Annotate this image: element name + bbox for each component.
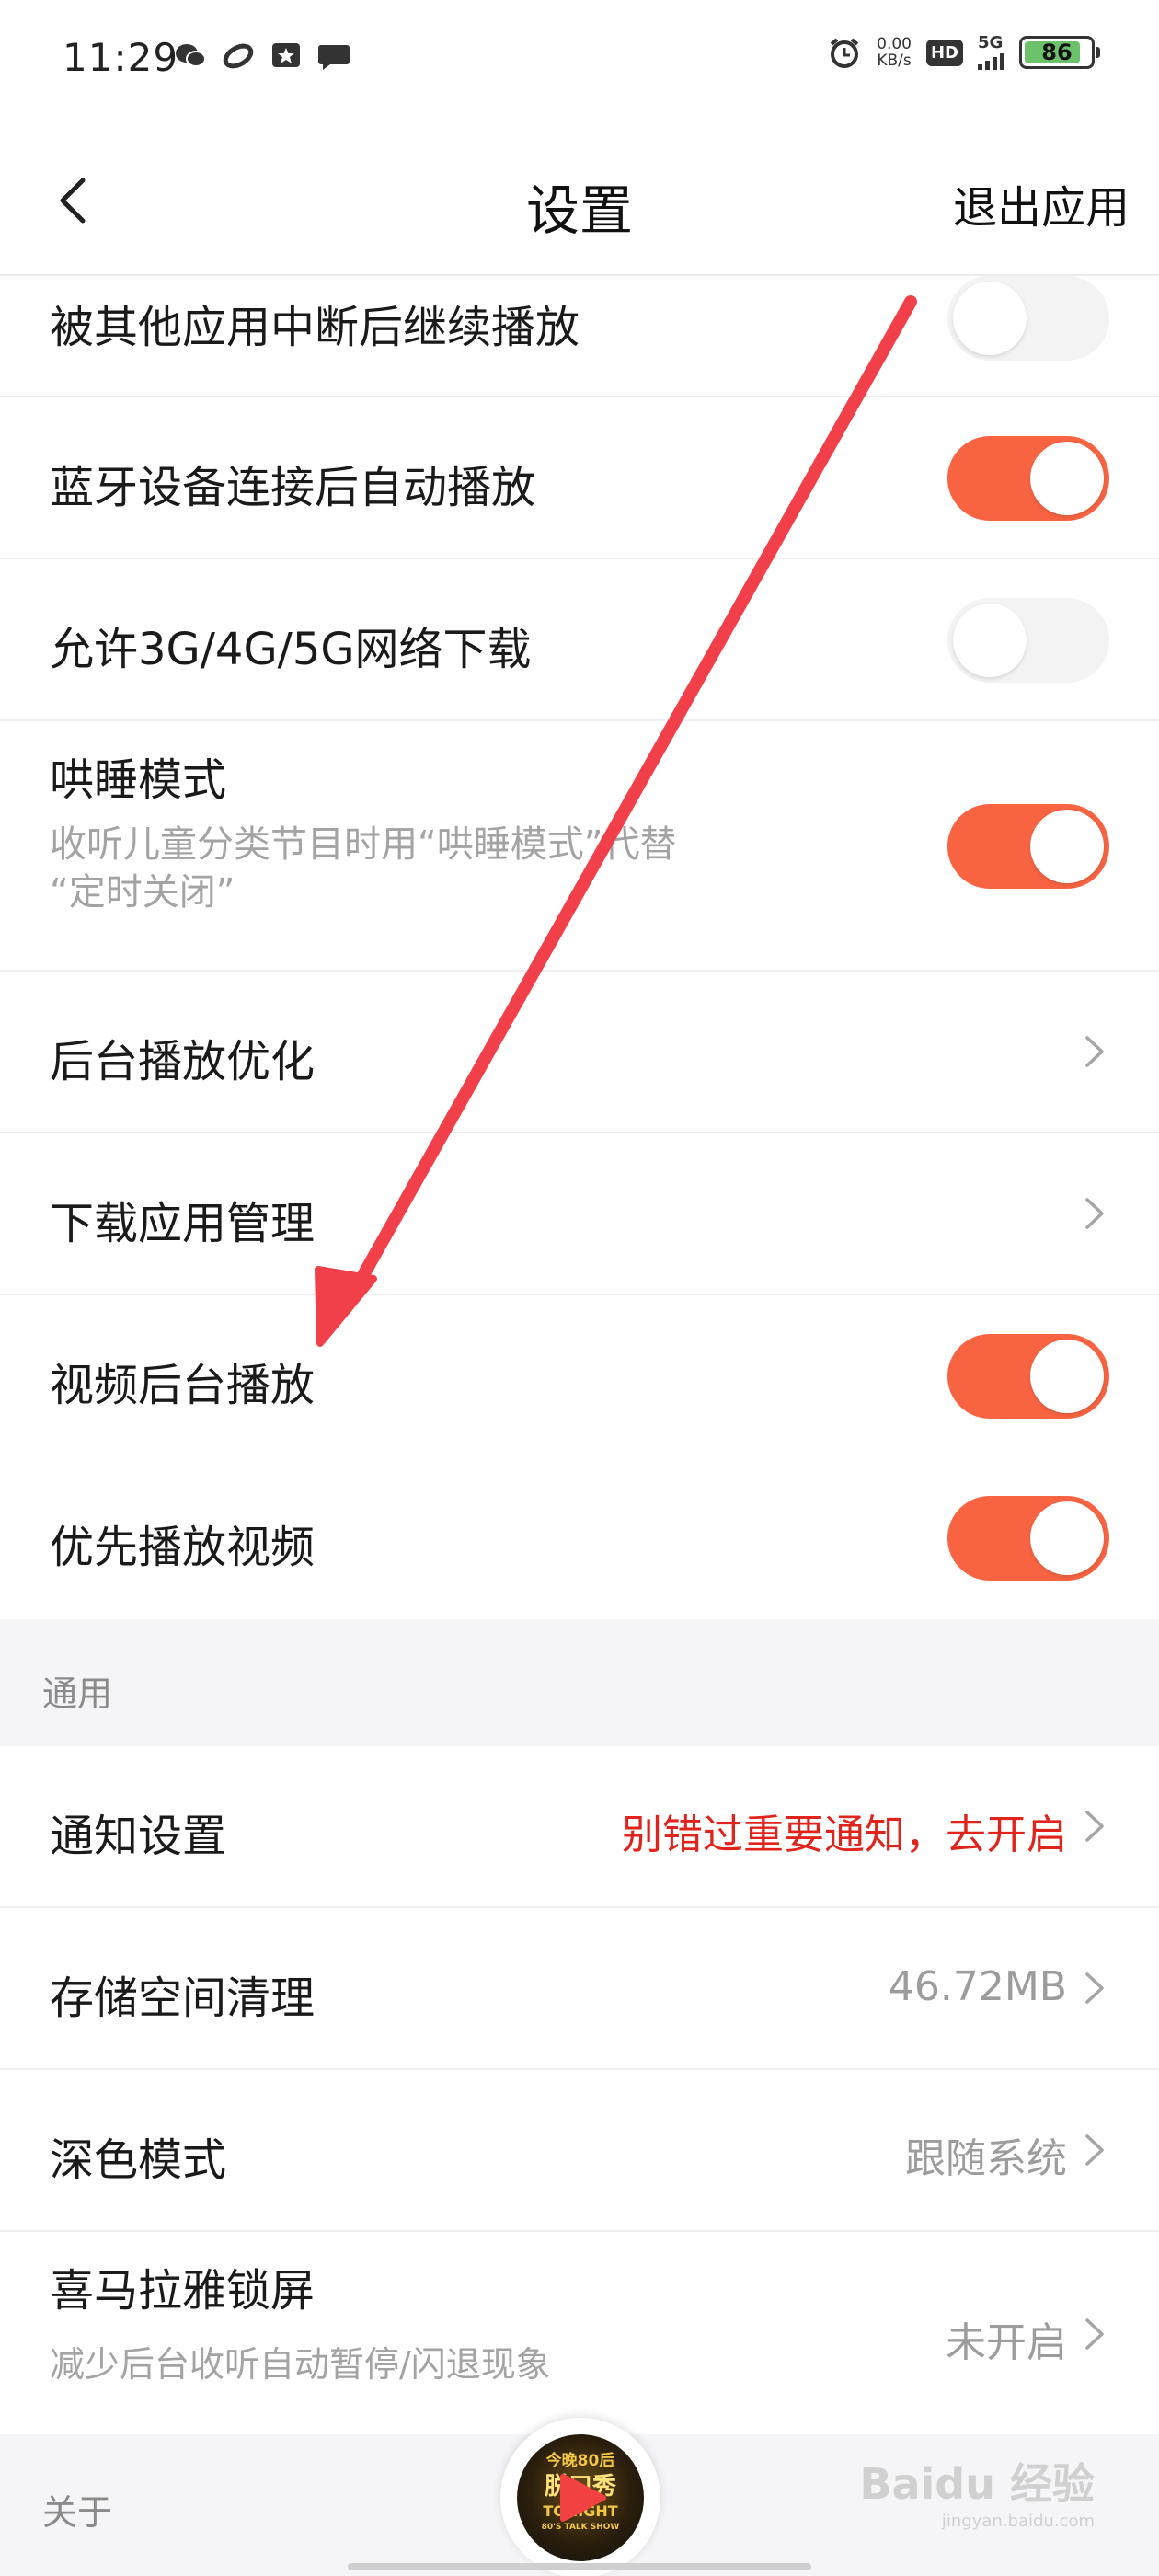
setting-label: 深色模式 (50, 2134, 227, 2186)
setting-description: 减少后台收听自动暂停/闪退现象 (50, 2344, 551, 2385)
link-app-icon (221, 40, 256, 72)
setting-value: 46.72MB (888, 1963, 1067, 2010)
setting-row-background-optimization[interactable]: 后台播放优化 (0, 972, 1159, 1133)
chevron-right-icon (1085, 1811, 1104, 1842)
setting-value: 别错过重要通知，去开启 (622, 1811, 1067, 1858)
star-badge-icon (269, 40, 304, 72)
setting-value: 跟随系统 (905, 2135, 1067, 2182)
section-title: 通用 (42, 1673, 113, 1714)
setting-row-sleep-mode[interactable]: 哄睡模式 收听儿童分类节目时用“哄睡模式”代替 “定时关闭” (0, 721, 1159, 972)
setting-row-storage-cleanup[interactable]: 存储空间清理 46.72MB (0, 1908, 1159, 2070)
setting-row-prefer-video[interactable]: 优先播放视频 (0, 1457, 1159, 1619)
chevron-right-icon (1085, 2134, 1104, 2166)
chevron-right-icon (1085, 1036, 1104, 1067)
hd-badge: HD (925, 39, 963, 66)
setting-label: 视频后台播放 (50, 1360, 316, 1411)
status-bar: 11:29 0.00 KB/s HD 5G 86 (0, 0, 1159, 120)
setting-row-dark-mode[interactable]: 深色模式 跟随系统 (0, 2070, 1159, 2232)
setting-label: 后台播放优化 (50, 1036, 316, 1087)
setting-label: 哄睡模式 (50, 754, 227, 806)
toggle-switch[interactable] (947, 1334, 1109, 1419)
toggle-switch[interactable] (947, 436, 1109, 521)
setting-row-mobile-download[interactable]: 允许3G/4G/5G网络下载 (0, 559, 1159, 721)
message-bubble-icon (316, 40, 351, 72)
toggle-switch[interactable] (947, 598, 1109, 683)
album-cover[interactable]: 今晚80后 脱口秀 TONIGHT 80'S TALK SHOW (517, 2434, 644, 2561)
setting-row-notification[interactable]: 通知设置 别错过重要通知，去开启 (0, 1746, 1159, 1908)
signal-icon: 5G (978, 35, 1004, 70)
watermark-url: jingyan.baidu.com (941, 2512, 1095, 2531)
setting-description: 收听儿童分类节目时用“哄睡模式”代替 (50, 823, 677, 866)
home-indicator[interactable] (348, 2563, 811, 2570)
mini-player[interactable]: 今晚80后 脱口秀 TONIGHT 80'S TALK SHOW (500, 2418, 660, 2576)
net-speed: 0.00 KB/s (877, 35, 912, 70)
setting-row-download-app-management[interactable]: 下载应用管理 (0, 1133, 1159, 1295)
alarm-icon (827, 37, 862, 68)
status-notification-icons (173, 40, 351, 72)
setting-label: 优先播放视频 (50, 1522, 316, 1573)
setting-row-bluetooth-autoplay[interactable]: 蓝牙设备连接后自动播放 (0, 397, 1159, 559)
play-icon[interactable] (552, 2473, 609, 2523)
watermark-logo: Baidu 经验 (859, 2459, 1095, 2509)
setting-row-lock-screen[interactable]: 喜马拉雅锁屏 减少后台收听自动暂停/闪退现象 未开启 (0, 2232, 1159, 2434)
exit-app-button[interactable]: 退出应用 (953, 171, 1130, 236)
toggle-switch[interactable] (947, 804, 1109, 889)
setting-label: 喜马拉雅锁屏 (50, 2265, 316, 2317)
setting-label: 被其他应用中断后继续播放 (50, 302, 580, 353)
section-header-general: 通用 (0, 1619, 1159, 1746)
chevron-right-icon (1085, 2318, 1104, 2350)
status-right: 0.00 KB/s HD 5G 86 (827, 35, 1100, 70)
toggle-switch[interactable] (947, 1496, 1109, 1581)
setting-label: 蓝牙设备连接后自动播放 (50, 462, 536, 513)
setting-value: 未开启 (946, 2319, 1067, 2366)
toggle-switch[interactable] (947, 276, 1109, 361)
setting-description: “定时关闭” (50, 871, 235, 914)
battery-icon: 86 (1019, 36, 1100, 69)
battery-level: 86 (1041, 40, 1073, 65)
setting-label: 存储空间清理 (50, 1972, 316, 2024)
status-time: 11:29 (63, 35, 179, 80)
section-title: 关于 (42, 2492, 113, 2533)
chevron-right-icon (1085, 1198, 1104, 1229)
setting-row-resume-after-interrupt[interactable]: 被其他应用中断后继续播放 (0, 276, 1159, 397)
top-app-bar: 设置 退出应用 (0, 120, 1159, 276)
setting-label: 下载应用管理 (50, 1198, 316, 1249)
wechat-icon (173, 40, 208, 72)
setting-label: 通知设置 (50, 1811, 227, 1862)
setting-row-video-background-play[interactable]: 视频后台播放 (0, 1295, 1159, 1457)
chevron-right-icon (1085, 1972, 1104, 2004)
setting-label: 允许3G/4G/5G网络下载 (50, 624, 532, 675)
